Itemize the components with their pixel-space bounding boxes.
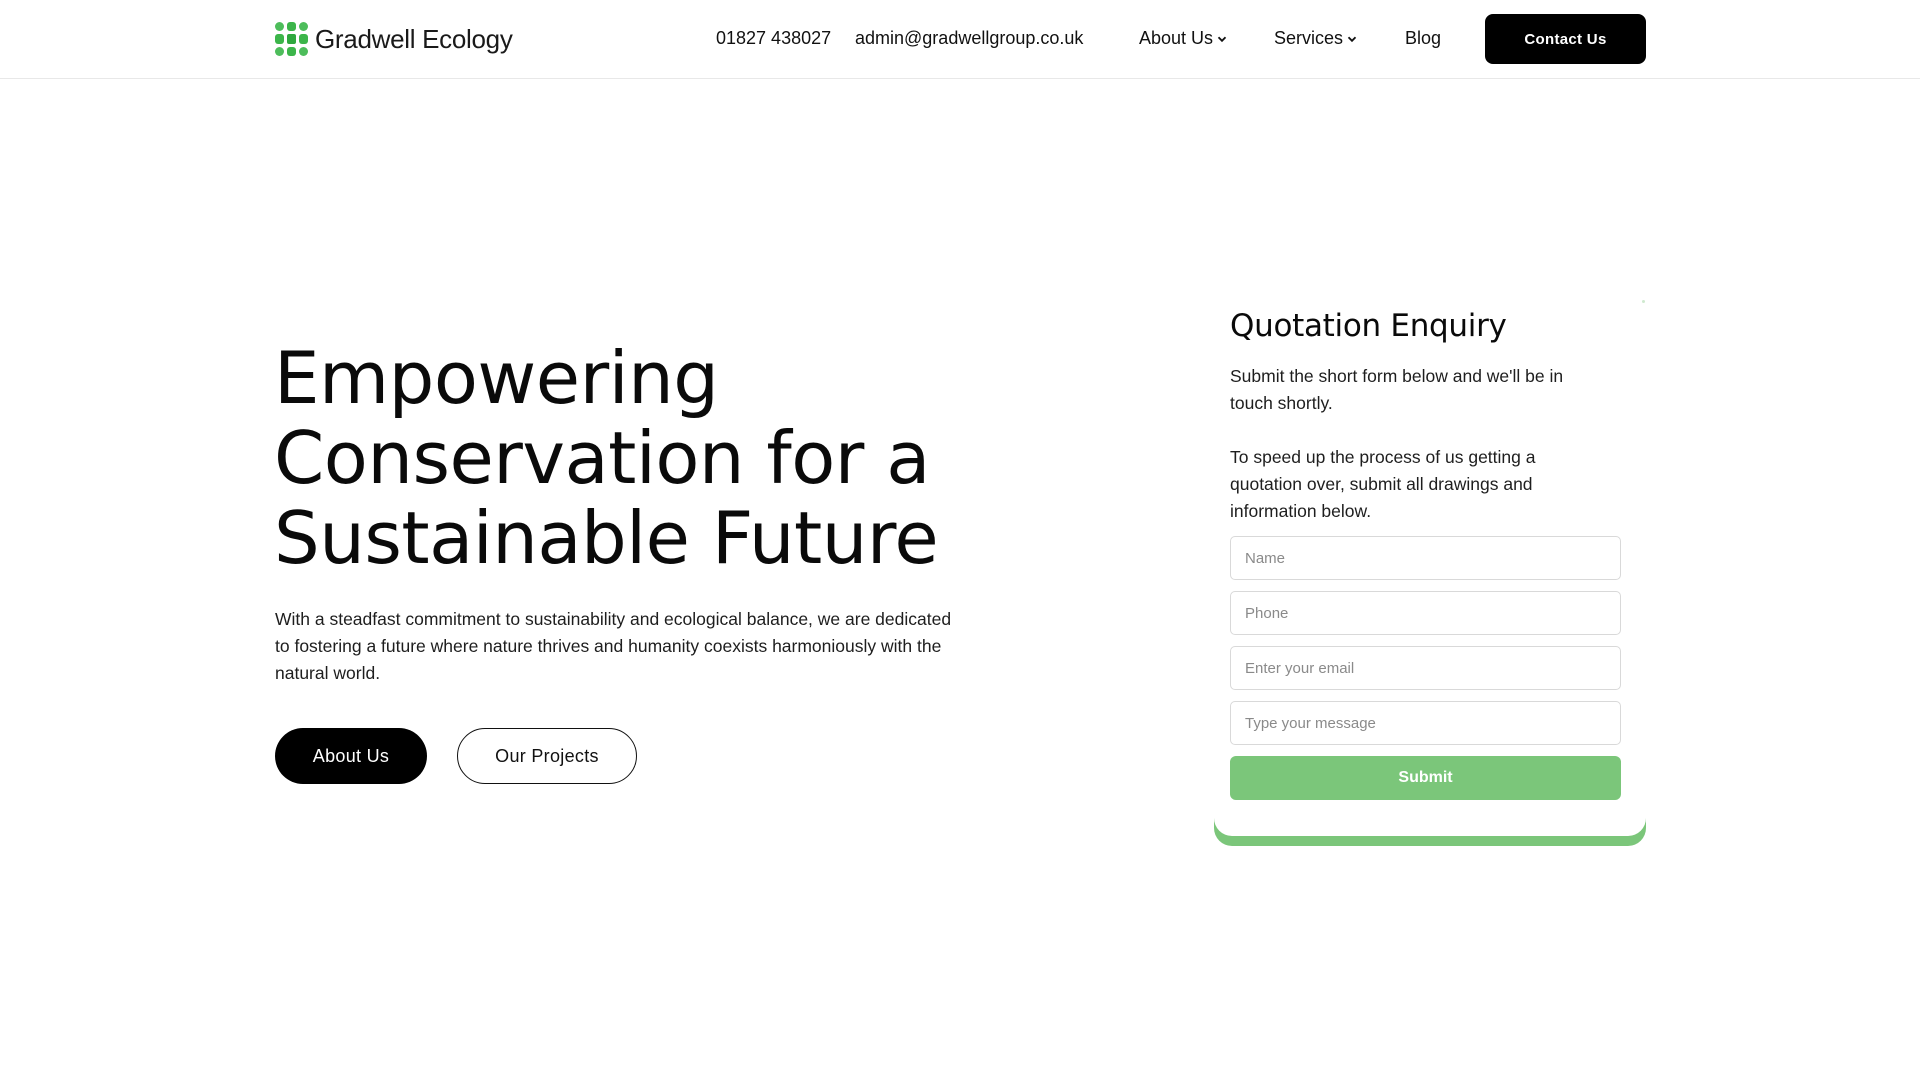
phone-field[interactable] bbox=[1230, 591, 1621, 635]
contact-us-button[interactable]: Contact Us bbox=[1485, 14, 1646, 64]
nav-item-label: Services bbox=[1274, 28, 1344, 48]
submit-button[interactable]: Submit bbox=[1230, 756, 1621, 800]
nav-item-about-us[interactable]: About Us bbox=[1139, 28, 1227, 49]
phone-link[interactable]: 01827 438027 bbox=[716, 28, 831, 49]
nav-item-blog[interactable]: Blog bbox=[1405, 28, 1441, 49]
form-title: Quotation Enquiry bbox=[1230, 308, 1507, 344]
form-intro: Submit the short form below and we'll be… bbox=[1230, 366, 1564, 413]
chevron-down-icon bbox=[1217, 36, 1227, 42]
hero-title-line: Conservation for a bbox=[274, 416, 930, 500]
our-projects-button[interactable]: Our Projects bbox=[457, 728, 637, 784]
email-field[interactable] bbox=[1230, 646, 1621, 690]
logo-link[interactable]: Gradwell Ecology bbox=[275, 21, 513, 57]
form-note: To speed up the process of us getting a … bbox=[1230, 447, 1536, 521]
name-field[interactable] bbox=[1230, 536, 1621, 580]
about-us-button[interactable]: About Us bbox=[275, 728, 427, 784]
email-link[interactable]: admin@gradwellgroup.co.uk bbox=[855, 28, 1083, 49]
nav-item-label: About Us bbox=[1139, 28, 1214, 48]
card-corner-dot bbox=[1642, 300, 1645, 303]
message-field[interactable] bbox=[1230, 701, 1621, 745]
site-header: Gradwell Ecology 01827 438027 admin@grad… bbox=[0, 0, 1920, 79]
hero-description: With a steadfast commitment to sustainab… bbox=[275, 609, 952, 683]
hero-title-line: Empowering bbox=[274, 336, 719, 420]
chevron-down-icon bbox=[1347, 36, 1357, 42]
logo-text: Gradwell Ecology bbox=[315, 23, 513, 54]
nav-item-services[interactable]: Services bbox=[1274, 28, 1357, 49]
hero-title-line: Sustainable Future bbox=[274, 496, 939, 580]
hero-title: Empowering Conservation for a Sustainabl… bbox=[274, 338, 994, 578]
gradwell-leaf-grid-icon bbox=[275, 22, 308, 56]
